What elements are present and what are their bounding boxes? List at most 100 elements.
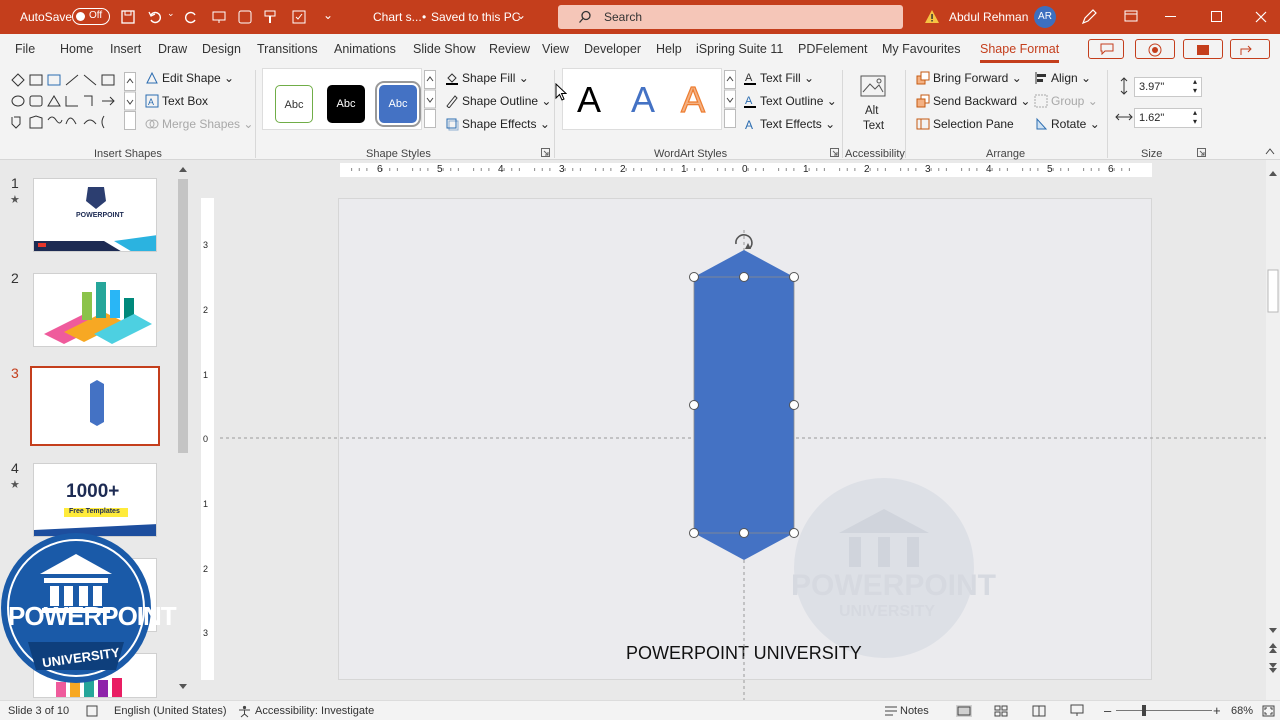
format-painter-icon[interactable] — [263, 9, 279, 25]
save-icon[interactable] — [120, 9, 136, 25]
tab-my-favourites[interactable]: My Favourites — [882, 42, 961, 56]
slide-thumb-3[interactable] — [30, 366, 160, 446]
style-thumb-blue[interactable]: Abc — [375, 81, 421, 127]
spelling-check-icon[interactable] — [86, 705, 98, 717]
pen-icon[interactable] — [1080, 8, 1098, 26]
shape-gallery-scroll-icon[interactable] — [124, 72, 136, 130]
tab-design[interactable]: Design — [202, 42, 241, 56]
resize-handle[interactable] — [789, 528, 799, 538]
wordart-scroll-icon[interactable] — [724, 70, 736, 128]
tab-pdfelement[interactable]: PDFelement — [798, 42, 867, 56]
redo-icon[interactable] — [183, 9, 199, 25]
avatar[interactable]: AR — [1034, 6, 1056, 28]
text-box-button[interactable]: A Text Box — [145, 94, 208, 108]
customize-qat-icon[interactable]: ⌄ — [323, 8, 333, 22]
shape-outline-button[interactable]: Shape Outline ⌄ — [445, 94, 551, 108]
present-button[interactable] — [1183, 39, 1223, 59]
tab-animations[interactable]: Animations — [334, 42, 396, 56]
align-button[interactable]: Align ⌄ — [1034, 71, 1091, 85]
notes-button[interactable]: Notes — [900, 705, 929, 717]
search-box[interactable]: Search — [558, 5, 903, 29]
height-spinner-icon[interactable]: ▴ ▾ — [1193, 77, 1197, 95]
tab-transitions[interactable]: Transitions — [257, 42, 318, 56]
slide-sorter-icon[interactable] — [994, 705, 1008, 717]
size-launcher-icon[interactable] — [1197, 148, 1206, 157]
tab-slide-show[interactable]: Slide Show — [413, 42, 476, 56]
undo-icon[interactable] — [147, 9, 163, 25]
styles-gallery-scroll-icon[interactable] — [424, 70, 436, 128]
wordart-black[interactable]: A — [577, 79, 601, 121]
bring-forward-button[interactable]: Bring Forward ⌄ — [916, 71, 1022, 85]
text-outline-button[interactable]: A Text Outline ⌄ — [743, 94, 837, 108]
resize-handle[interactable] — [689, 272, 699, 282]
thumbnail-scrollbar[interactable] — [176, 163, 190, 693]
shape-fill-button[interactable]: Shape Fill ⌄ — [445, 71, 529, 85]
text-effects-button[interactable]: A Text Effects ⌄ — [743, 117, 835, 131]
tab-home[interactable]: Home — [60, 42, 93, 56]
title-dropdown-icon[interactable]: ⌄ — [516, 8, 526, 22]
tab-help[interactable]: Help — [656, 42, 682, 56]
accessibility-status[interactable]: Accessibility: Investigate — [255, 705, 374, 717]
fit-slide-icon[interactable] — [1262, 705, 1275, 717]
normal-view-icon[interactable] — [956, 705, 972, 717]
shape-gallery[interactable] — [10, 72, 122, 130]
slideshow-icon[interactable] — [1070, 704, 1084, 717]
zoom-in-icon[interactable]: + — [1213, 703, 1221, 718]
hexagon-shape[interactable] — [694, 250, 794, 560]
ribbon-display-icon[interactable] — [1124, 10, 1138, 22]
edit-shape-button[interactable]: Edit Shape ⌄ — [145, 71, 234, 85]
group-button[interactable]: Group ⌄ — [1034, 94, 1098, 108]
width-spinner-icon[interactable]: ▴ ▾ — [1193, 108, 1197, 126]
resize-handle[interactable] — [789, 272, 799, 282]
autosave-toggle[interactable]: Off — [72, 8, 110, 25]
resize-handle[interactable] — [689, 400, 699, 410]
editor-scrollbar[interactable] — [1266, 160, 1280, 700]
zoom-out-icon[interactable]: – — [1104, 703, 1111, 718]
wordart-blue[interactable]: A — [631, 79, 655, 121]
rotate-button[interactable]: Rotate ⌄ — [1034, 117, 1100, 131]
tab-file[interactable]: File — [15, 42, 35, 56]
share-button[interactable] — [1230, 39, 1270, 59]
wordart-launcher-icon[interactable] — [830, 148, 839, 157]
notes-icon[interactable] — [884, 705, 898, 717]
zoom-slider[interactable] — [1116, 710, 1212, 711]
selection-pane-button[interactable]: Selection Pane — [916, 117, 1014, 131]
touch-mode-icon[interactable] — [237, 9, 253, 25]
tab-insert[interactable]: Insert — [110, 42, 141, 56]
spelling-icon[interactable] — [291, 9, 307, 25]
zoom-level[interactable]: 68% — [1231, 705, 1253, 717]
shape-styles-launcher-icon[interactable] — [541, 148, 550, 157]
resize-handle[interactable] — [739, 528, 749, 538]
tab-review[interactable]: Review — [489, 42, 530, 56]
zoom-slider-thumb[interactable] — [1142, 705, 1146, 716]
tab-view[interactable]: View — [542, 42, 569, 56]
style-thumb-outline[interactable]: Abc — [275, 85, 313, 123]
slide-thumb-4[interactable]: 1000+ Free Templates — [33, 463, 157, 537]
tab-draw[interactable]: Draw — [158, 42, 187, 56]
presentation-icon[interactable] — [211, 9, 227, 25]
resize-handle[interactable] — [689, 528, 699, 538]
resize-handle[interactable] — [739, 272, 749, 282]
send-backward-button[interactable]: Send Backward ⌄ — [916, 94, 1030, 108]
undo-dropdown-icon[interactable]: ⌄ — [167, 8, 175, 19]
resize-handle[interactable] — [789, 400, 799, 410]
tab-developer[interactable]: Developer — [584, 42, 641, 56]
save-status[interactable]: Saved to this PC — [431, 10, 520, 24]
warning-icon[interactable] — [924, 9, 940, 25]
maximize-icon[interactable] — [1211, 11, 1222, 22]
alt-text-button[interactable]: Alt Text — [852, 70, 894, 140]
minimize-icon[interactable] — [1165, 16, 1176, 17]
collapse-ribbon-icon[interactable] — [1264, 146, 1276, 156]
tab-ispring[interactable]: iSpring Suite 11 — [696, 42, 783, 56]
shape-effects-button[interactable]: Shape Effects ⌄ — [445, 117, 550, 131]
reading-view-icon[interactable] — [1032, 705, 1046, 717]
accessibility-icon[interactable] — [238, 705, 251, 718]
width-input[interactable]: 1.62" ▴ ▾ — [1134, 108, 1202, 128]
language-indicator[interactable]: English (United States) — [114, 705, 227, 717]
record-button[interactable] — [1135, 39, 1175, 59]
tab-shape-format[interactable]: Shape Format — [980, 42, 1060, 63]
height-input[interactable]: 3.97" ▴ ▾ — [1134, 77, 1202, 97]
comments-button[interactable] — [1088, 39, 1124, 59]
slide-thumb-1[interactable]: POWERPOINT — [33, 178, 157, 252]
style-thumb-black[interactable]: Abc — [327, 85, 365, 123]
